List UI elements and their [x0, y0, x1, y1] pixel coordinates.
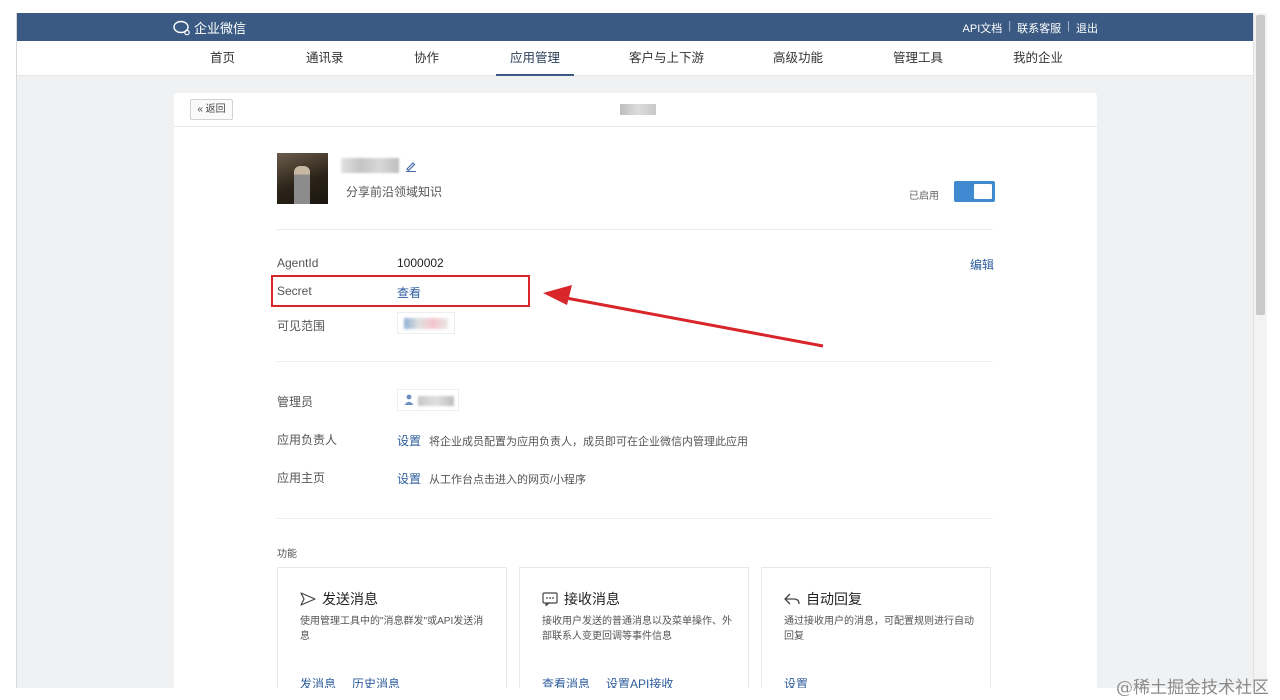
feature-title-text: 接收消息 [564, 591, 620, 607]
nav-item-collaboration[interactable]: 协作 [414, 41, 439, 76]
feature-card-send-message: 发送消息 使用管理工具中的"消息群发"或API发送消息 发消息 历史消息 [277, 567, 507, 688]
secret-highlight-box [271, 275, 530, 307]
feature-title: 发送消息 [300, 589, 378, 609]
back-button[interactable]: « 返回 [190, 99, 233, 120]
separator: | [1008, 20, 1012, 32]
contact-support-link[interactable]: 联系客服 [1017, 20, 1061, 36]
blurred-app-title [620, 104, 656, 115]
send-message-link[interactable]: 发消息 [300, 675, 336, 688]
wecom-logo-icon [173, 20, 190, 35]
chat-icon [542, 592, 558, 606]
scroll-thumb[interactable] [1256, 15, 1265, 315]
feature-card-auto-reply: 自动回复 通过接收用户的消息，可配置规则进行自动回复 设置 [761, 567, 991, 688]
feature-title: 自动回复 [784, 589, 862, 609]
separator: | [1067, 20, 1070, 32]
app-avatar [277, 153, 328, 204]
admin-label: 管理员 [277, 395, 314, 409]
nav-item-customers[interactable]: 客户与上下游 [629, 41, 704, 76]
api-docs-link[interactable]: API文档 [963, 20, 1003, 36]
feature-title-text: 发送消息 [322, 591, 378, 607]
feature-title: 接收消息 [542, 589, 620, 609]
status-label: 已启用 [909, 191, 939, 202]
visible-scope-chip[interactable] [397, 312, 455, 334]
card-header: « 返回 [174, 93, 1097, 127]
enable-toggle[interactable] [954, 181, 995, 202]
top-links: API文档 | 联系客服 | 退出 [963, 20, 1098, 36]
feature-description: 接收用户发送的普通消息以及菜单操作、外部联系人变更回调等事件信息 [542, 616, 732, 642]
browser-viewport: 企业微信 API文档 | 联系客服 | 退出 首页 通讯录 协作 应用管理 客户… [16, 13, 1253, 688]
set-homepage-link[interactable]: 设置 [397, 470, 421, 487]
logo[interactable]: 企业微信 [173, 18, 246, 37]
set-owner-link[interactable]: 设置 [397, 432, 421, 449]
app-description: 分享前沿领域知识 [346, 185, 443, 199]
feature-card-receive-message: 接收消息 接收用户发送的普通消息以及菜单操作、外部联系人变更回调等事件信息 查看… [519, 567, 749, 688]
person-icon [404, 394, 414, 405]
divider [277, 518, 993, 519]
set-api-receive-link[interactable]: 设置API接收 [606, 675, 673, 688]
visible-scope-label: 可见范围 [277, 319, 326, 333]
view-messages-link[interactable]: 查看消息 [542, 675, 590, 688]
divider [277, 229, 993, 230]
blurred-app-name [341, 158, 399, 173]
send-icon [300, 592, 316, 606]
nav-item-app-management[interactable]: 应用管理 [495, 41, 575, 76]
logout-link[interactable]: 退出 [1076, 20, 1098, 36]
feature-links: 查看消息 设置API接收 [542, 675, 673, 688]
feature-description: 使用管理工具中的"消息群发"或API发送消息 [300, 616, 484, 642]
feature-title-text: 自动回复 [806, 591, 862, 607]
message-history-link[interactable]: 历史消息 [352, 675, 400, 688]
feature-links: 发消息 历史消息 [300, 675, 400, 688]
feature-links: 设置 [784, 675, 808, 688]
app-detail-card: « 返回 分享前沿领域知识 已启用 AgentId 1000002 编辑 Sec… [174, 93, 1097, 688]
logo-text: 企业微信 [194, 21, 247, 36]
app-homepage-label: 应用主页 [277, 471, 326, 485]
app-owner-label: 应用负责人 [277, 433, 338, 447]
divider [277, 361, 993, 362]
owner-hint: 将企业成员配置为应用负责人，成员即可在企业微信内管理此应用 [429, 436, 748, 448]
feature-description: 通过接收用户的消息，可配置规则进行自动回复 [784, 616, 974, 642]
agentid-value: 1000002 [397, 256, 444, 270]
nav-item-my-company[interactable]: 我的企业 [1013, 41, 1063, 76]
agentid-label: AgentId [277, 256, 319, 270]
top-bar: 企业微信 API文档 | 联系客服 | 退出 [17, 13, 1253, 41]
features-section-label: 功能 [277, 549, 297, 560]
auto-reply-settings-link[interactable]: 设置 [784, 675, 808, 688]
admin-chip[interactable] [397, 389, 459, 411]
nav-item-admin-tools[interactable]: 管理工具 [893, 41, 943, 76]
main-nav: 首页 通讯录 协作 应用管理 客户与上下游 高级功能 管理工具 我的企业 [17, 41, 1253, 76]
blurred-admin-name [418, 396, 454, 406]
watermark: @稀土掘金技术社区 [1116, 678, 1269, 698]
reply-icon [784, 593, 800, 605]
homepage-hint: 从工作台点击进入的网页/小程序 [429, 474, 587, 486]
nav-item-home[interactable]: 首页 [210, 41, 235, 76]
nav-item-contacts[interactable]: 通讯录 [306, 41, 344, 76]
edit-icon[interactable] [405, 160, 417, 172]
vertical-scrollbar[interactable] [1253, 13, 1267, 688]
nav-item-advanced[interactable]: 高级功能 [773, 41, 823, 76]
edit-details-link[interactable]: 编辑 [970, 256, 994, 273]
